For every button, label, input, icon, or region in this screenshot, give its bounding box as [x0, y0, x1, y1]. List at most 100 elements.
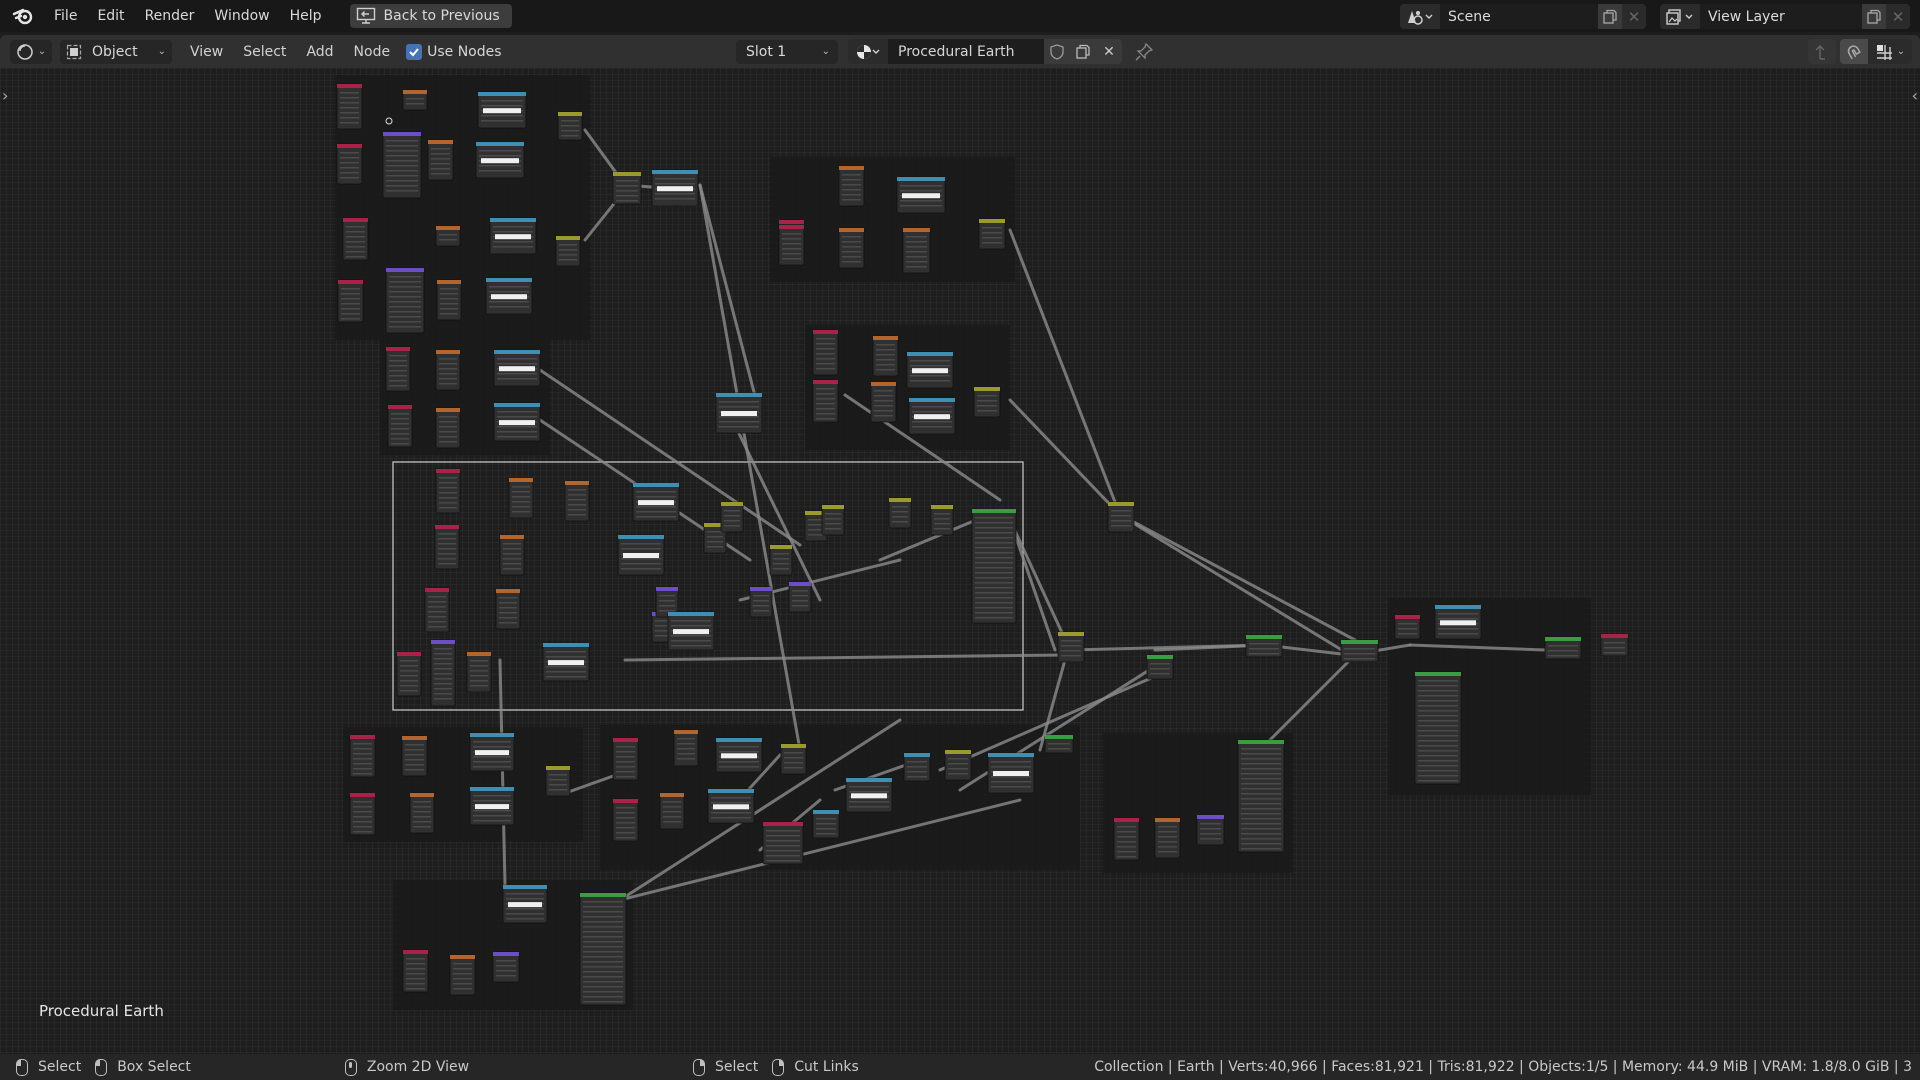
checkbox-checked-icon[interactable]: [406, 43, 423, 60]
texture-coordinate-node[interactable]: [396, 651, 422, 697]
scene-browse-button[interactable]: [1400, 4, 1440, 29]
bump-node[interactable]: [492, 951, 520, 983]
texture-coordinate-node[interactable]: [349, 792, 376, 836]
texture-coordinate-node[interactable]: [337, 279, 364, 323]
mix-shader-node[interactable]: [1245, 634, 1283, 658]
color-ramp-gradient[interactable]: [475, 804, 509, 810]
color-ramp-gradient[interactable]: [491, 294, 527, 300]
material-output-node[interactable]: [1600, 633, 1629, 657]
principled-bsdf-node[interactable]: [1237, 739, 1285, 853]
mix-shader-node[interactable]: [1340, 639, 1379, 663]
snap-toggle-button[interactable]: [1840, 39, 1868, 64]
noise-texture-node[interactable]: [409, 792, 435, 834]
back-to-previous-button[interactable]: Back to Previous: [349, 4, 512, 28]
texture-coordinate-node[interactable]: [612, 737, 639, 781]
emission-node[interactable]: [1044, 734, 1074, 754]
texture-coordinate-node[interactable]: [612, 798, 639, 842]
wave-texture-node[interactable]: [902, 227, 931, 274]
mapping-node[interactable]: [430, 639, 456, 707]
wave-texture-node[interactable]: [564, 480, 590, 522]
menu-render[interactable]: Render: [135, 0, 205, 32]
mix-rgb-node[interactable]: [769, 544, 793, 576]
noise-texture-node[interactable]: [499, 534, 525, 576]
layer-weight-node[interactable]: [1394, 614, 1421, 640]
color-ramp-node[interactable]: [1434, 604, 1482, 640]
view-layer-name-field[interactable]: View Layer: [1700, 4, 1862, 29]
new-view-layer-button[interactable]: [1862, 4, 1886, 29]
noise-texture-node[interactable]: [659, 792, 685, 830]
blender-logo-icon[interactable]: [12, 5, 34, 27]
mix-rgb-node[interactable]: [888, 497, 912, 529]
voronoi-texture-node[interactable]: [427, 139, 454, 181]
color-ramp-gradient[interactable]: [993, 771, 1029, 776]
texture-coordinate-node[interactable]: [778, 224, 805, 266]
texture-coordinate-node[interactable]: [385, 346, 411, 392]
color-ramp-node[interactable]: [493, 402, 541, 442]
noise-texture-node[interactable]: [838, 227, 865, 269]
color-ramp-gradient[interactable]: [914, 414, 950, 420]
color-ramp-gradient[interactable]: [495, 234, 531, 240]
color-ramp-node[interactable]: [469, 732, 515, 772]
pin-button[interactable]: [1134, 42, 1154, 66]
noise-texture-node[interactable]: [402, 89, 428, 111]
texture-coordinate-node[interactable]: [1113, 817, 1140, 861]
color-ramp-node[interactable]: [715, 737, 763, 773]
color-ramp-node[interactable]: [987, 752, 1035, 794]
color-ramp-gradient[interactable]: [623, 553, 659, 558]
color-ramp-node[interactable]: [469, 786, 515, 826]
remove-view-layer-button[interactable]: ✕: [1886, 4, 1910, 29]
color-ramp-gradient[interactable]: [475, 750, 509, 756]
color-ramp-gradient[interactable]: [508, 902, 542, 908]
mix-shader-node[interactable]: [1146, 654, 1174, 680]
color-ramp-node[interactable]: [489, 217, 537, 255]
voronoi-texture-node[interactable]: [436, 279, 462, 321]
mix-rgb-node[interactable]: [1057, 631, 1085, 663]
texture-coordinate-node[interactable]: [812, 329, 839, 376]
color-ramp-gradient[interactable]: [721, 753, 757, 759]
node-editor-canvas[interactable]: › ‹ Procedural Earth: [0, 68, 1920, 1054]
menu-edit[interactable]: Edit: [87, 0, 134, 32]
mix-rgb-node[interactable]: [973, 386, 1001, 418]
texture-coordinate-node[interactable]: [336, 83, 363, 130]
color-ramp-gradient[interactable]: [721, 411, 757, 416]
texture-coordinate-node[interactable]: [812, 379, 839, 423]
use-nodes-toggle[interactable]: Use Nodes: [406, 43, 502, 60]
parent-node-tree-button[interactable]: [1808, 39, 1836, 64]
color-ramp-gradient[interactable]: [638, 500, 674, 506]
mix-rgb-node[interactable]: [978, 218, 1006, 250]
texture-coordinate-node[interactable]: [434, 524, 460, 570]
scene-name-field[interactable]: Scene: [1440, 4, 1598, 29]
noise-texture-node[interactable]: [872, 335, 899, 377]
color-ramp-node[interactable]: [542, 642, 590, 682]
mix-rgb-node[interactable]: [555, 235, 581, 267]
menu-window[interactable]: Window: [204, 0, 279, 32]
noise-texture-node[interactable]: [401, 735, 428, 777]
mix-shader-node[interactable]: [1544, 636, 1582, 660]
noise-texture-node[interactable]: [673, 729, 699, 767]
color-ramp-node[interactable]: [845, 777, 893, 813]
color-ramp-gradient[interactable]: [548, 660, 584, 666]
object-mode-dropdown[interactable]: Object ⌄: [60, 39, 172, 64]
color-ramp-gradient[interactable]: [713, 804, 749, 810]
duplicate-material-button[interactable]: [1070, 39, 1096, 64]
view-layer-browse-button[interactable]: [1660, 4, 1700, 29]
color-ramp-gradient[interactable]: [657, 186, 693, 192]
mix-rgb-node[interactable]: [944, 749, 972, 781]
texture-coordinate-node[interactable]: [387, 404, 413, 448]
texture-coordinate-node[interactable]: [424, 587, 450, 633]
noise-texture-node[interactable]: [508, 477, 534, 519]
menu-add[interactable]: Add: [296, 44, 343, 60]
noise-texture-node[interactable]: [449, 954, 476, 996]
principled-bsdf-node[interactable]: [971, 508, 1017, 624]
color-ramp-node[interactable]: [475, 141, 525, 179]
color-ramp-gradient[interactable]: [902, 193, 940, 199]
texture-coordinate-node[interactable]: [342, 217, 369, 261]
color-ramp-node[interactable]: [477, 91, 527, 129]
mix-rgb-node[interactable]: [930, 504, 954, 536]
noise-texture-node[interactable]: [435, 349, 461, 391]
color-ramp-gradient[interactable]: [851, 793, 887, 799]
noise-texture-node[interactable]: [838, 165, 865, 207]
menu-file[interactable]: File: [44, 0, 87, 32]
color-ramp-gradient[interactable]: [483, 108, 521, 114]
mix-rgb-node[interactable]: [612, 171, 642, 205]
